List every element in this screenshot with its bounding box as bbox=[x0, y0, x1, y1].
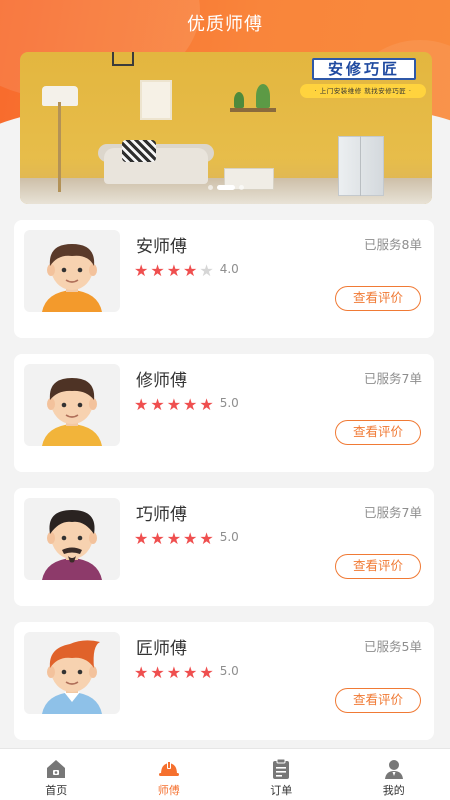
master-list: 安师傅 已服务8单 ★ ★ ★ ★ ★ 4.0 查看评价 修师傅 已服务7单 ★ ★ ★ ★ ★ 5.0 查看评价… bbox=[14, 220, 434, 756]
tab-label: 首页 bbox=[45, 784, 68, 797]
star-icon: ★ bbox=[199, 261, 214, 280]
tab-label: 订单 bbox=[270, 784, 293, 797]
star-icon: ★ bbox=[150, 663, 165, 682]
star-rating: ★ ★ ★ ★ ★ 4.0 bbox=[134, 261, 239, 280]
tab-hardhat[interactable]: 师傅 bbox=[113, 749, 226, 800]
hardhat-icon bbox=[113, 757, 226, 781]
promo-banner[interactable]: 安修巧匠 · 上门安装维修 就找安修巧匠 · bbox=[20, 52, 432, 204]
master-card[interactable]: 巧师傅 已服务7单 ★ ★ ★ ★ ★ 5.0 查看评价 bbox=[14, 488, 434, 606]
master-card[interactable]: 修师傅 已服务7单 ★ ★ ★ ★ ★ 5.0 查看评价 bbox=[14, 354, 434, 472]
star-icon: ★ bbox=[199, 529, 214, 548]
avatar bbox=[24, 632, 120, 714]
view-reviews-button[interactable]: 查看评价 bbox=[335, 554, 421, 579]
master-name: 匠师傅 bbox=[136, 639, 187, 659]
master-name: 巧师傅 bbox=[136, 505, 187, 525]
master-name: 修师傅 bbox=[136, 371, 187, 391]
served-count: 已服务5单 bbox=[364, 639, 422, 654]
star-rating: ★ ★ ★ ★ ★ 5.0 bbox=[134, 663, 239, 682]
tab-profile[interactable]: 我的 bbox=[338, 749, 450, 800]
star-rating: ★ ★ ★ ★ ★ 5.0 bbox=[134, 395, 239, 414]
star-icon: ★ bbox=[166, 663, 182, 682]
tab-clipboard[interactable]: 订单 bbox=[225, 749, 338, 800]
plant-illustration bbox=[234, 92, 244, 108]
star-icon: ★ bbox=[199, 663, 214, 682]
served-count: 已服务7单 bbox=[364, 505, 422, 520]
star-icon: ★ bbox=[166, 395, 182, 414]
banner-slogan: · 上门安装维修 就找安修巧匠 · bbox=[300, 84, 426, 98]
home-icon bbox=[0, 757, 113, 781]
banner-brand-name: 安修巧匠 bbox=[312, 58, 416, 80]
star-icon: ★ bbox=[199, 395, 214, 414]
master-card[interactable]: 安师傅 已服务8单 ★ ★ ★ ★ ★ 4.0 查看评价 bbox=[14, 220, 434, 338]
pagination-dot[interactable] bbox=[208, 185, 213, 190]
view-reviews-button[interactable]: 查看评价 bbox=[335, 688, 421, 713]
avatar bbox=[24, 230, 120, 312]
tab-home[interactable]: 首页 bbox=[0, 749, 113, 800]
rating-score: 4.0 bbox=[219, 262, 239, 276]
profile-icon bbox=[338, 757, 450, 781]
master-card[interactable]: 匠师傅 已服务5单 ★ ★ ★ ★ ★ 5.0 查看评价 bbox=[14, 622, 434, 740]
pagination-dot[interactable] bbox=[217, 185, 235, 190]
tab-label: 师傅 bbox=[157, 784, 180, 797]
avatar bbox=[24, 364, 120, 446]
star-icon: ★ bbox=[166, 529, 182, 548]
star-icon: ★ bbox=[150, 529, 165, 548]
banner-pagination bbox=[20, 177, 432, 196]
star-icon: ★ bbox=[183, 261, 198, 280]
shelf-illustration bbox=[230, 108, 276, 112]
star-icon: ★ bbox=[183, 395, 198, 414]
star-icon: ★ bbox=[134, 261, 149, 280]
plant-illustration bbox=[256, 84, 270, 108]
served-count: 已服务7单 bbox=[364, 371, 422, 386]
star-icon: ★ bbox=[150, 395, 165, 414]
star-icon: ★ bbox=[134, 663, 149, 682]
avatar bbox=[24, 498, 120, 580]
rating-score: 5.0 bbox=[219, 396, 239, 410]
star-icon: ★ bbox=[134, 529, 149, 548]
view-reviews-button[interactable]: 查看评价 bbox=[335, 420, 421, 445]
served-count: 已服务8单 bbox=[364, 237, 422, 252]
star-icon: ★ bbox=[183, 663, 198, 682]
master-name: 安师傅 bbox=[136, 237, 187, 257]
picture-frame-illustration bbox=[140, 80, 172, 120]
star-icon: ★ bbox=[166, 261, 182, 280]
pendant-lamp-illustration bbox=[112, 52, 134, 66]
rating-score: 5.0 bbox=[219, 530, 239, 544]
star-icon: ★ bbox=[134, 395, 149, 414]
star-icon: ★ bbox=[150, 261, 165, 280]
tab-label: 我的 bbox=[382, 784, 405, 797]
star-rating: ★ ★ ★ ★ ★ 5.0 bbox=[134, 529, 239, 548]
rating-score: 5.0 bbox=[219, 664, 239, 678]
bottom-tab-bar: 首页 师傅 订单 我的 bbox=[0, 748, 450, 800]
clipboard-icon bbox=[225, 757, 338, 781]
view-reviews-button[interactable]: 查看评价 bbox=[335, 286, 421, 311]
pagination-dot[interactable] bbox=[239, 185, 244, 190]
pillow-illustration bbox=[122, 140, 156, 162]
page-title: 优质师傅 bbox=[187, 14, 263, 35]
star-icon: ★ bbox=[183, 529, 198, 548]
